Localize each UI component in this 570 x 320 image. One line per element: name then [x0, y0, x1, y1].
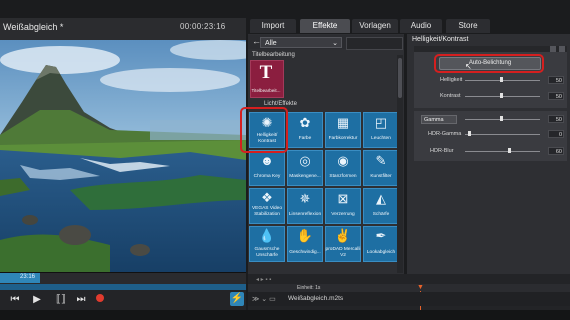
effect-tile-label: Schärfe: [372, 212, 390, 217]
track-clip-name: Weißabgleich.m2ts: [288, 295, 344, 302]
person-icon: ☻: [260, 153, 274, 168]
stamp-icon: ◉: [337, 153, 349, 168]
section-header-titelbearbeitung: Titelbearbeitung: [252, 52, 295, 58]
brightness-value[interactable]: 50: [548, 76, 564, 84]
effect-tile-label: Leuchten: [371, 136, 391, 141]
video-preview[interactable]: [0, 40, 246, 272]
tab-vorlagen[interactable]: Vorlagen: [352, 19, 398, 33]
effect-tile-label: Titelbearbeit...: [251, 88, 281, 93]
effects-search-input[interactable]: [346, 37, 403, 50]
hdr-gamma-slider-knob[interactable]: [468, 131, 471, 136]
play-button[interactable]: ▶: [30, 293, 44, 307]
drop-icon: 💧: [258, 228, 276, 243]
highlight-frame-auto: [434, 54, 544, 73]
contrast-label: Kontrast: [440, 93, 461, 99]
hand-icon: ✋: [296, 228, 314, 243]
effect-tile-label: Geschwindig...: [289, 250, 321, 255]
gamma-slider-knob[interactable]: [500, 116, 503, 121]
effect-tile-label: Lookabgleich: [366, 250, 396, 255]
brightness-slider-knob[interactable]: [500, 77, 503, 82]
status-bar: [0, 310, 570, 320]
hdr-gamma-label: HDR-Gamma: [428, 131, 462, 137]
gamma-value[interactable]: 50: [548, 115, 564, 123]
hdr-blur-slider[interactable]: [465, 151, 540, 152]
landscape-image: [0, 40, 246, 272]
distort-icon: ⊠: [337, 191, 349, 206]
loop-button[interactable]: ⟦⟧: [54, 293, 68, 307]
skip-to-start-button[interactable]: ⏮: [8, 293, 22, 307]
effect-tile-label: Stanzformen: [329, 174, 357, 179]
hdr-gamma-value[interactable]: 0: [548, 130, 564, 138]
tab-audio[interactable]: Audio: [400, 19, 442, 33]
position-marker: 23:16: [20, 274, 36, 280]
hdr-blur-label: HDR-Blur: [430, 148, 454, 154]
effect-tile-label: Chroma Key: [253, 174, 281, 179]
effect-tile-label: Gauss'sche Unschärfe: [254, 247, 280, 258]
effect-tile-label: Verzerrung: [331, 212, 355, 217]
category-select-value: Alle: [265, 40, 277, 47]
title-t-icon: T: [259, 62, 273, 83]
hand-raise-icon: ✌: [334, 228, 352, 243]
timeline-unit-label: Einheit: 1s: [297, 285, 321, 291]
clip-timecode: 00:00:23:16: [180, 22, 226, 31]
hdr-blur-slider-knob[interactable]: [508, 148, 511, 153]
hdr-blur-value[interactable]: 60: [548, 147, 564, 155]
gamma-mode-select[interactable]: Gamma: [421, 115, 457, 124]
effect-tile-label: Linsenreflexion: [288, 212, 322, 217]
chevron-down-icon: ⌄: [332, 40, 338, 47]
art-icon: ✎: [375, 153, 387, 168]
tab-effekte[interactable]: Effekte: [300, 19, 350, 33]
contrast-value[interactable]: 50: [548, 92, 564, 100]
track-controls-icon[interactable]: ≫ ⌄ ▭: [252, 295, 276, 303]
hdr-gamma-slider[interactable]: [465, 134, 540, 135]
clip-title: Weißabgleich *: [3, 22, 64, 32]
record-button[interactable]: [96, 294, 104, 302]
levels-icon: ▦: [336, 115, 350, 130]
brightness-label: Helligkeit: [440, 77, 463, 83]
stabilize-icon: ❖: [261, 190, 273, 205]
playhead-marker-icon[interactable]: ▼: [417, 284, 424, 291]
effect-tile-label: VEGAS Video Stabilization: [251, 206, 283, 217]
contrast-slider-knob[interactable]: [500, 93, 503, 98]
category-select[interactable]: Alle ⌄: [260, 37, 342, 48]
highlight-frame-tile: [240, 107, 288, 153]
timeline-nav-arrows-icon[interactable]: ◂ ▸ ▪ ▪: [256, 276, 271, 283]
effect-tile-label: Farbkorrektur: [328, 136, 358, 141]
effect-tile-label: Farbe: [298, 136, 312, 141]
tab-import[interactable]: Import: [250, 19, 296, 33]
dropper-icon: ✒: [375, 228, 387, 243]
skip-to-end-button[interactable]: ⏭: [74, 293, 88, 307]
effects-scrollbar-thumb[interactable]: [398, 58, 402, 98]
effect-tile-label: Maskengene...: [289, 174, 321, 179]
properties-title: Helligkeit/Kontrast: [412, 36, 469, 43]
effect-tile-label: proDAD Mercalli V2: [325, 247, 361, 258]
glow-icon: ◰: [374, 115, 388, 130]
effect-tile-label: Kunstfilter: [370, 174, 392, 179]
bolt-icon[interactable]: ⚡: [230, 292, 244, 306]
mask-icon: ◎: [299, 153, 311, 168]
tab-store[interactable]: Store: [446, 19, 490, 33]
gamma-mode-select-value: Gamma: [424, 117, 444, 123]
sharpen-icon: ◭: [376, 191, 386, 206]
lens-icon: ✵: [299, 191, 311, 206]
palette-icon: ✿: [299, 115, 311, 130]
